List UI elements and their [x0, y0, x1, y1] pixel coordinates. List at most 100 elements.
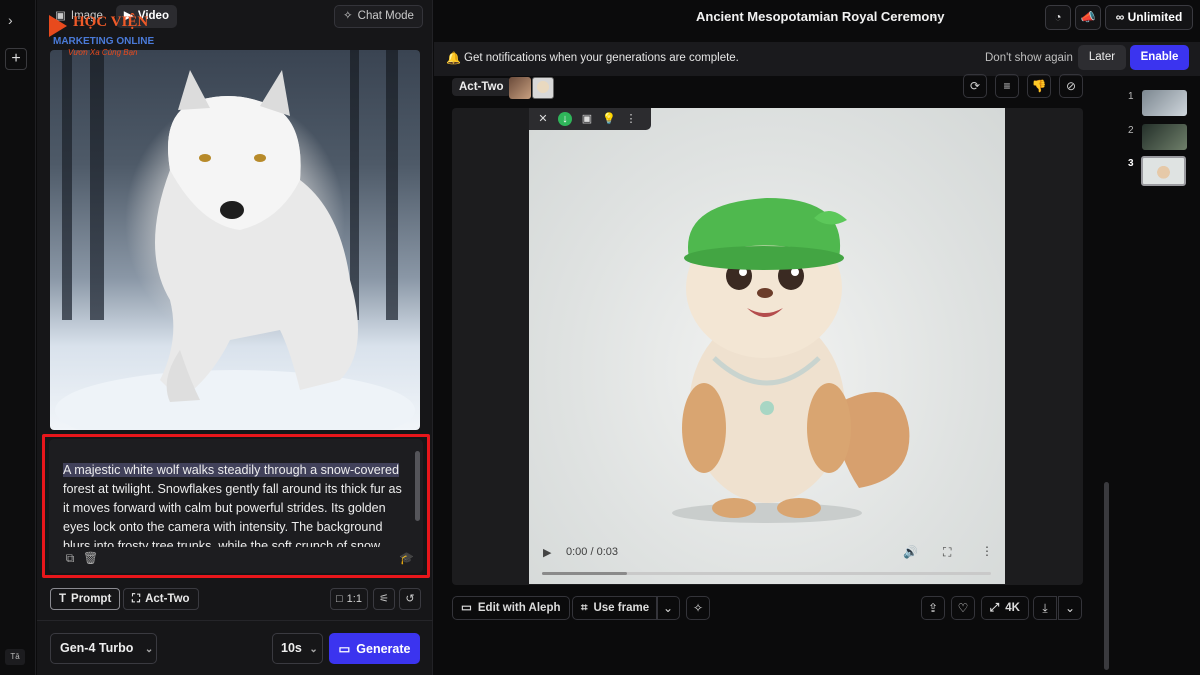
generate-button[interactable]: ▭ Generate — [329, 633, 420, 664]
progress-fill — [542, 572, 628, 575]
chat-bubble-icon[interactable]: ◔ — [1045, 5, 1071, 30]
enable-button[interactable]: Enable — [1130, 45, 1189, 70]
generate-label: Generate — [356, 641, 411, 656]
prompt-scrollbar[interactable] — [415, 451, 420, 521]
magic-wand-icon[interactable]: ✧ — [686, 596, 710, 620]
infinity-icon: ∞ — [1115, 10, 1125, 24]
generation-thumbnail[interactable] — [1142, 90, 1187, 116]
aspect-ratio-label: 1:1 — [346, 593, 362, 605]
more-vertical-icon[interactable]: ⋮ — [624, 112, 638, 126]
thumbs-down-icon[interactable]: 👎 — [1027, 74, 1051, 98]
act-two-chip[interactable]: ⛶ Act-Two — [123, 588, 199, 610]
use-frame-button[interactable]: ⌗ Use frame — [572, 596, 659, 620]
time-readout: 0:00 / 0:03 — [566, 546, 618, 558]
person-icon: ⛶ — [132, 593, 141, 605]
prompt-textarea[interactable]: A majestic white wolf walks steadily thr… — [63, 461, 407, 547]
graduation-cap-icon[interactable]: 🎓 — [399, 551, 414, 565]
model-name: Gen-4 Turbo — [60, 641, 134, 655]
download-icon[interactable]: ⤓ — [1033, 596, 1057, 620]
megaphone-icon[interactable]: 📣 — [1075, 5, 1101, 30]
square-icon: □ — [336, 593, 343, 605]
notification-banner: 🔔 Get notifications when your generation… — [434, 42, 1200, 76]
fullscreen-icon[interactable]: ⛶ — [943, 545, 951, 560]
hide-icon[interactable]: ⊘ — [1059, 74, 1083, 98]
refresh-icon[interactable]: ⟳ — [963, 74, 987, 98]
more-vertical-icon[interactable]: ⋮ — [981, 544, 993, 558]
dont-show-again-link[interactable]: Don't show again — [985, 52, 1073, 64]
more-icon[interactable]: ··· — [926, 8, 943, 24]
viewer-scrollbar[interactable] — [1104, 482, 1109, 670]
logo-tagline: Vươn Xa Cùng Bạn — [68, 48, 138, 57]
reset-icon[interactable]: ↺ — [399, 588, 421, 610]
download-icon[interactable]: ↓ — [558, 112, 572, 126]
lightbulb-icon[interactable]: 💡 — [602, 112, 616, 126]
play-icon[interactable]: ▶ — [543, 546, 551, 559]
trash-icon[interactable]: 🗑 — [83, 551, 98, 565]
prompt-editor[interactable]: A majestic white wolf walks steadily thr… — [49, 439, 423, 573]
generation-thumbnail-selected[interactable] — [1141, 156, 1186, 186]
video-controls: ▶ 0:00 / 0:03 🔊 ⛶ ⋮ — [529, 536, 1005, 584]
use-frame-label: Use frame — [593, 602, 650, 614]
sparkle-icon: ✧ — [343, 10, 353, 22]
logo-name: HỌC VIỆN — [73, 14, 149, 30]
text-icon: T — [59, 593, 67, 605]
video-camera-icon: ▭ — [338, 642, 351, 656]
reference-thumbnail[interactable] — [532, 77, 554, 99]
watermark-logo: HỌC VIỆN MARKETING ONLINE Vươn Xa Cùng B… — [49, 12, 164, 60]
prompt-selected-text: A majestic white wolf walks steadily thr… — [63, 463, 399, 477]
unlimited-label: Unlimited — [1127, 10, 1183, 24]
prompt-highlight-frame: A majestic white wolf walks steadily thr… — [42, 434, 430, 578]
volume-icon[interactable]: 🔊 — [903, 545, 918, 559]
video-edit-icon: ▭ — [461, 602, 472, 614]
generation-number: 1 — [1128, 91, 1134, 102]
generation-thumbnail[interactable] — [1142, 124, 1187, 150]
edit-with-aleph-button[interactable]: ▭ Edit with Aleph — [452, 596, 570, 620]
prompt-text-rest: forest at twilight. Snowflakes gently fa… — [63, 482, 402, 547]
prompt-chip-label: Prompt — [71, 593, 112, 605]
upscale-icon: ⤢ — [990, 602, 1000, 614]
settings-sliders-icon[interactable]: ⚟ — [373, 588, 395, 610]
upscale-4k-button[interactable]: ⤢ 4K — [981, 596, 1029, 620]
video-toolbar: ✕ ↓ ▣ 💡 ⋮ — [529, 108, 651, 130]
bell-icon: 🔔 — [446, 51, 461, 65]
duration-value: 10s — [281, 641, 302, 655]
reference-image[interactable] — [50, 50, 420, 430]
download-chevron-icon[interactable]: ⌄ — [1058, 596, 1082, 620]
later-button[interactable]: Later — [1078, 45, 1126, 70]
chat-mode-button[interactable]: ✧ Chat Mode — [334, 5, 423, 28]
logo-subtitle: MARKETING ONLINE — [53, 36, 155, 47]
upscale-4k-label: 4K — [1005, 602, 1020, 614]
chevron-down-icon: ⌄ — [309, 644, 318, 655]
prompt-chip[interactable]: T Prompt — [50, 588, 121, 610]
wolf-illustration — [55, 70, 415, 430]
unlimited-button[interactable]: ∞ Unlimited — [1105, 5, 1193, 30]
squirrel-illustration — [672, 198, 910, 523]
generation-panel: ▣ Image ▶ Video ✧ Chat Mode HỌC VIỆN MAR… — [37, 0, 433, 675]
video-viewer: ✕ ↓ ▣ 💡 ⋮ ▶ 0:00 / 0:03 🔊 ⛶ ⋮ — [452, 108, 1083, 585]
act-two-chip-label: Act-Two — [145, 593, 190, 605]
frame-icon: ⌗ — [581, 602, 588, 614]
close-icon[interactable]: ✕ — [536, 112, 550, 126]
act-two-tag: Act-Two — [452, 78, 511, 96]
chat-mode-label: Chat Mode — [357, 10, 414, 22]
duration-select[interactable]: 10s ⌄ — [272, 633, 323, 664]
new-session-button[interactable]: + — [5, 48, 27, 70]
heart-icon[interactable]: ♡ — [951, 596, 975, 620]
avatar[interactable]: Tā — [5, 649, 25, 665]
share-icon[interactable]: ⇪ — [921, 596, 945, 620]
save-frame-icon[interactable]: ▣ — [580, 112, 594, 126]
aspect-ratio-button[interactable]: □ 1:1 — [330, 588, 368, 610]
play-logo-icon — [49, 15, 67, 37]
model-select[interactable]: Gen-4 Turbo ⌄ — [50, 633, 157, 664]
details-icon[interactable]: ≡ — [995, 74, 1019, 98]
expand-chevron-icon[interactable]: › — [8, 12, 13, 28]
divider — [37, 620, 433, 621]
progress-bar[interactable] — [542, 572, 991, 575]
edit-with-aleph-label: Edit with Aleph — [477, 602, 561, 614]
character-thumbnail[interactable] — [509, 77, 531, 99]
project-title[interactable]: Ancient Mesopotamian Royal Ceremony — [696, 9, 945, 24]
use-frame-chevron-icon[interactable]: ⌄ — [656, 596, 680, 620]
generation-number: 2 — [1128, 125, 1134, 136]
copy-icon[interactable]: ⧉ — [63, 551, 77, 565]
video-player[interactable]: ✕ ↓ ▣ 💡 ⋮ ▶ 0:00 / 0:03 🔊 ⛶ ⋮ — [529, 108, 1005, 584]
